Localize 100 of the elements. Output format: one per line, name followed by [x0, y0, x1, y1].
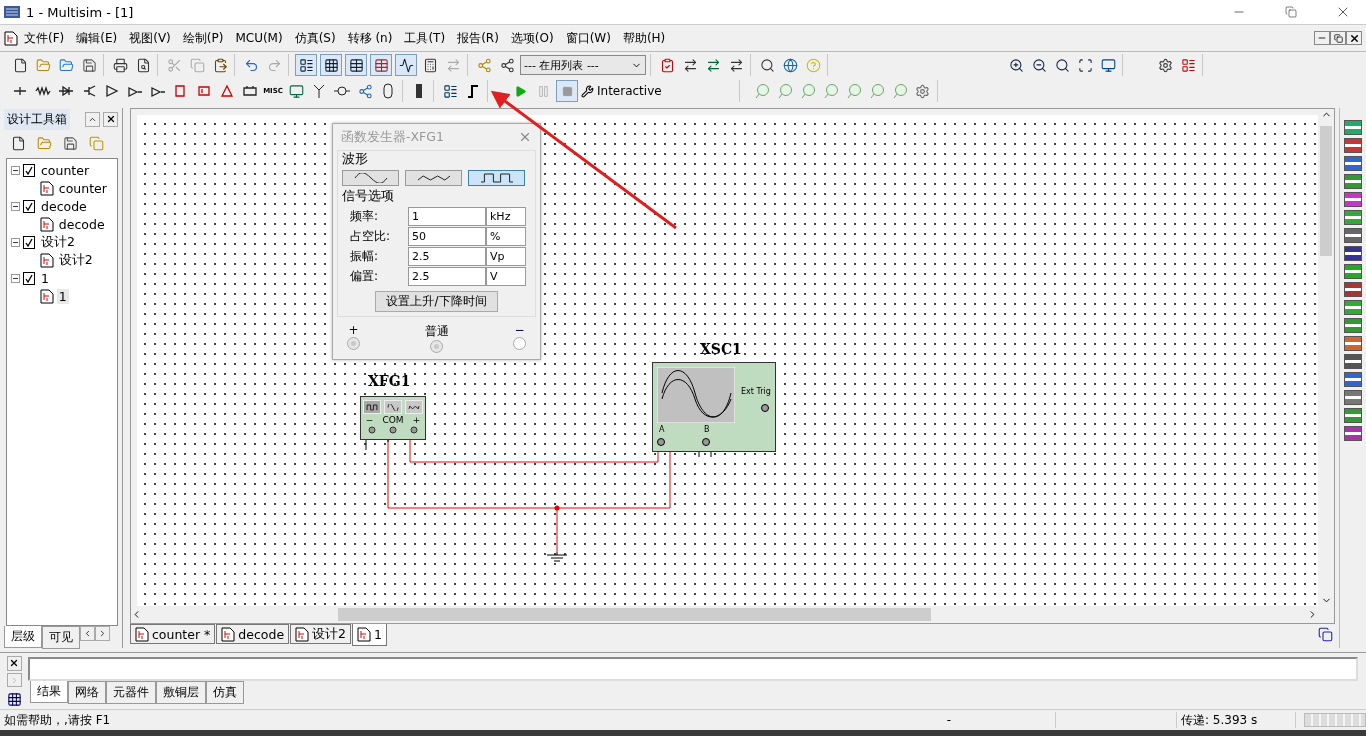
- instrument-icon[interactable]: [1344, 318, 1362, 333]
- waveform-button[interactable]: [342, 170, 399, 186]
- tree-item[interactable]: counter: [39, 162, 92, 178]
- sheet-tab[interactable]: 1: [352, 624, 387, 646]
- instrument-icon[interactable]: [1344, 138, 1362, 153]
- sheet-tab[interactable]: decode: [216, 624, 290, 644]
- menu-item[interactable]: 帮助(H): [616, 27, 672, 49]
- instrument-icon[interactable]: [1344, 156, 1362, 171]
- unit-field[interactable]: V: [486, 267, 526, 286]
- checkbox[interactable]: [23, 163, 36, 177]
- restore-button[interactable]: [1330, 31, 1346, 45]
- checkbox[interactable]: [23, 199, 36, 213]
- minimize-button[interactable]: [1314, 31, 1330, 45]
- instrument-icon[interactable]: [1344, 120, 1362, 135]
- tree-item[interactable]: decode: [39, 198, 89, 214]
- unit-field[interactable]: %: [486, 227, 526, 246]
- collapse-icon[interactable]: [11, 237, 20, 247]
- chevron-left-icon: [83, 629, 92, 638]
- spreadsheet-tab[interactable]: 敷铜层: [156, 681, 206, 704]
- sheet-tab[interactable]: counter *: [130, 624, 216, 644]
- value-field[interactable]: 50: [408, 227, 486, 246]
- collapse-icon[interactable]: [11, 273, 20, 283]
- instrument-icon[interactable]: [1344, 228, 1362, 243]
- unit-field[interactable]: kHz: [486, 207, 526, 226]
- field-label: 频率:: [349, 208, 380, 225]
- instrument-icon[interactable]: [1344, 210, 1362, 225]
- schematic-page-icon: [39, 180, 54, 196]
- menu-item[interactable]: 报告(R): [451, 27, 505, 49]
- tree-item[interactable]: 1: [56, 288, 69, 304]
- terminal-label: 普通: [424, 323, 449, 340]
- tree-item[interactable]: 1: [39, 270, 51, 286]
- menu-item[interactable]: 编辑(E): [70, 27, 124, 49]
- instrument-icon[interactable]: [1344, 354, 1362, 369]
- instrument-icon[interactable]: [1344, 246, 1362, 261]
- waveform-button[interactable]: [468, 170, 525, 186]
- sheet-tab[interactable]: 设计2: [290, 624, 352, 644]
- value-field[interactable]: 2.5: [408, 267, 486, 286]
- layout-icon[interactable]: [295, 54, 317, 76]
- unit-field[interactable]: Vp: [486, 247, 526, 266]
- close-button[interactable]: [1346, 31, 1362, 45]
- rise-fall-time-button[interactable]: 设置上升/下降时间: [375, 291, 498, 312]
- panel-tab[interactable]: 可见: [42, 626, 80, 649]
- instrument-icon[interactable]: [1344, 300, 1362, 315]
- waveform-icon[interactable]: [395, 54, 417, 76]
- in-use-list-dropdown[interactable]: --- 在用列表 ---: [520, 55, 646, 75]
- instrument-icon[interactable]: [1344, 174, 1362, 189]
- output-field[interactable]: [28, 657, 1358, 681]
- function-generator[interactable]: − COM +: [360, 396, 426, 440]
- collapse-icon[interactable]: [11, 165, 20, 175]
- checkbox[interactable]: [23, 271, 36, 285]
- value-field[interactable]: 2.5: [408, 247, 486, 266]
- table-icon[interactable]: [370, 54, 392, 76]
- collapse-icon[interactable]: [11, 201, 20, 211]
- instrument-icon[interactable]: [1344, 264, 1362, 279]
- spreadsheet-tab[interactable]: 元器件: [106, 681, 156, 704]
- value-field[interactable]: 1: [408, 207, 486, 226]
- menu-item[interactable]: 工具(T): [398, 27, 452, 49]
- menu-item[interactable]: MCU(M): [229, 29, 289, 47]
- menu-item[interactable]: 转移 (n): [341, 27, 399, 49]
- menu-item[interactable]: 视图(V): [123, 27, 177, 49]
- checkbox[interactable]: [23, 235, 36, 249]
- menu-item[interactable]: 窗口(W): [559, 27, 617, 49]
- tree-item[interactable]: 设计2: [56, 251, 95, 269]
- instrument-icon[interactable]: [1344, 426, 1362, 441]
- grid-icon[interactable]: [320, 54, 342, 76]
- waveform-button[interactable]: [405, 170, 462, 186]
- close-button[interactable]: [6, 656, 22, 671]
- close-icon[interactable]: [518, 130, 532, 144]
- menu-item[interactable]: 选项(O): [504, 27, 560, 49]
- table-icon[interactable]: [345, 54, 367, 76]
- instrument-icon[interactable]: [1344, 282, 1362, 297]
- spreadsheet-tab[interactable]: 仿真: [206, 681, 244, 704]
- menu-item[interactable]: 文件(F): [18, 27, 71, 49]
- instrument-icon[interactable]: [1344, 408, 1362, 423]
- schematic-page-icon: [39, 288, 54, 304]
- tab-right-button[interactable]: [95, 626, 110, 641]
- radio-button[interactable]: [513, 337, 526, 350]
- menu-item[interactable]: 仿真(S): [288, 27, 342, 49]
- tree-item[interactable]: counter: [56, 180, 109, 196]
- instrument-icon[interactable]: [1344, 390, 1362, 405]
- terminal-icon: [410, 426, 419, 434]
- scrollbar-thumb[interactable]: [338, 608, 931, 621]
- spreadsheet-tab[interactable]: 结果: [30, 681, 68, 703]
- menu-item[interactable]: 绘制(P): [176, 27, 230, 49]
- tab-left-button[interactable]: [80, 626, 95, 641]
- tree-item[interactable]: decode: [56, 216, 107, 232]
- close-icon: [9, 658, 19, 669]
- oscilloscope[interactable]: Ext Trig A B: [652, 362, 776, 452]
- restore-icon[interactable]: [1285, 6, 1297, 18]
- tree-item[interactable]: 设计2: [39, 233, 77, 251]
- spreadsheet-tab[interactable]: 网络: [68, 681, 106, 704]
- simulation-mode-label[interactable]: Interactive: [597, 84, 662, 98]
- close-button[interactable]: [103, 111, 118, 127]
- instrument-icon[interactable]: [1344, 372, 1362, 387]
- panel-tab[interactable]: 层级: [4, 626, 42, 648]
- channel-label: A: [659, 425, 665, 434]
- scrollbar-thumb[interactable]: [1320, 126, 1332, 256]
- instrument-icon[interactable]: [1344, 336, 1362, 351]
- instrument-icon[interactable]: [1344, 192, 1362, 207]
- status-indicator: -: [945, 713, 952, 727]
